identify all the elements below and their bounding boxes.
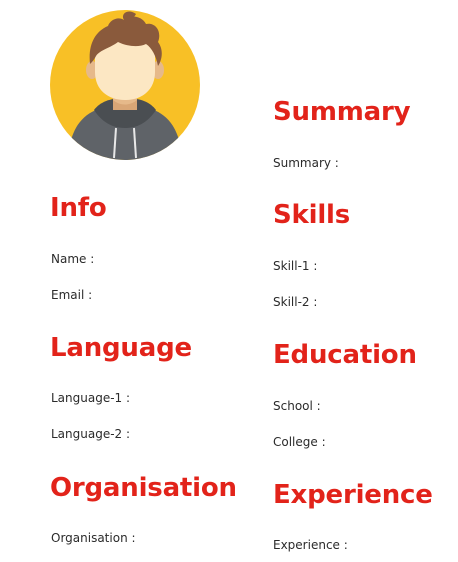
organisation-label: Organisation :	[51, 531, 136, 545]
summary-label: Summary :	[273, 156, 339, 170]
experience-heading: Experience	[273, 480, 433, 510]
language-1-label: Language-1 :	[51, 391, 131, 405]
experience-label: Experience :	[273, 538, 348, 552]
user-avatar-icon	[50, 10, 200, 160]
skills-heading: Skills	[273, 200, 351, 230]
organisation-heading: Organisation	[50, 473, 237, 503]
name-label: Name :	[51, 252, 95, 266]
school-label: School :	[273, 399, 321, 413]
skill-2-label: Skill-2 :	[273, 295, 318, 309]
college-label: College :	[273, 435, 326, 449]
language-2-label: Language-2 :	[51, 427, 131, 441]
info-heading: Info	[50, 193, 107, 223]
summary-heading: Summary	[273, 97, 411, 127]
skill-1-label: Skill-1 :	[273, 259, 318, 273]
education-heading: Education	[273, 340, 417, 370]
email-label: Email :	[51, 288, 93, 302]
language-heading: Language	[50, 333, 192, 363]
